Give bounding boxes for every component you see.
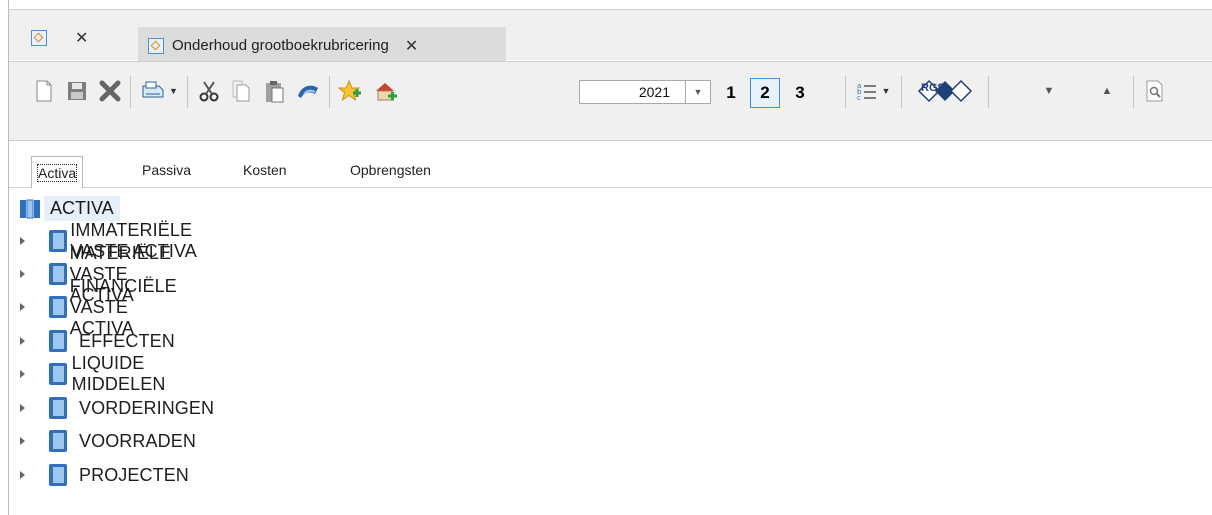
undo-icon (298, 85, 318, 98)
tab-activa-label: Activa (36, 163, 78, 182)
tab-passiva[interactable]: Passiva (136, 156, 197, 184)
tree-item[interactable]: EFFECTEN (20, 326, 175, 356)
tree-item-label: VOORRADEN (79, 430, 196, 451)
expand-arrow-icon[interactable] (20, 337, 25, 345)
tab-onderhoud-grootboekrubricering[interactable]: Onderhoud grootboekrubricering ✕ (138, 27, 506, 64)
tree-item[interactable]: FINANCIËLE VASTE ACTIVA (20, 276, 186, 338)
copy-icon (232, 80, 250, 102)
paste-button[interactable] (259, 74, 289, 108)
favorite-button[interactable] (335, 74, 365, 108)
tree-root-activa[interactable]: ACTIVA (18, 196, 120, 221)
app-logo-icon (148, 37, 164, 54)
new-button[interactable] (31, 74, 57, 108)
expand-arrow-icon[interactable] (20, 437, 25, 445)
tab-home[interactable]: ✕ (31, 24, 88, 52)
move-down-button[interactable]: ▼ (1035, 74, 1063, 108)
year-combobox[interactable]: 2021 ▼ (579, 80, 711, 104)
rgs-button[interactable]: RGS (907, 74, 983, 108)
rgs-label: RGS (921, 82, 945, 94)
new-icon (36, 80, 52, 102)
book-icon (49, 296, 67, 318)
preview-icon (1146, 80, 1163, 102)
tab-opbrengsten-label: Opbrengsten (350, 162, 431, 178)
expand-arrow-icon[interactable] (20, 370, 25, 378)
book-icon (49, 230, 67, 252)
book-icon (49, 464, 67, 486)
app-logo-icon (31, 30, 47, 46)
caret-up-icon: ▲ (1101, 85, 1113, 97)
favorite-icon (337, 79, 361, 102)
print-icon (142, 81, 164, 98)
tab-home-close-icon[interactable]: ✕ (75, 28, 88, 48)
tree-item-label: PROJECTEN (79, 464, 189, 485)
toolbar-separator (845, 76, 846, 108)
delete-button[interactable] (96, 74, 124, 108)
preview-button[interactable] (1141, 74, 1169, 108)
list-options-dropdown[interactable]: abc ▼ (851, 74, 895, 108)
expand-arrow-icon[interactable] (20, 404, 25, 412)
toolbar: ▼ 2021 ▼ 1 2 3 abc ▼ RGS ▼ ▲ (9, 61, 1212, 141)
tree-item[interactable]: VORDERINGEN (20, 393, 214, 423)
paste-icon (266, 81, 284, 103)
tree-item[interactable]: PROJECTEN (20, 460, 189, 490)
home-add-button[interactable] (371, 74, 401, 108)
expand-arrow-icon[interactable] (20, 471, 25, 479)
tree-item-label: EFFECTEN (79, 330, 175, 351)
tab-passiva-label: Passiva (142, 162, 192, 178)
toolbar-separator (1133, 76, 1134, 108)
tab-close-icon[interactable]: ✕ (405, 36, 418, 56)
tree-item-label: VORDERINGEN (79, 397, 215, 418)
toolbar-separator (187, 76, 188, 108)
tree-root-label: ACTIVA (44, 196, 120, 221)
toolbar-separator (988, 76, 989, 108)
chevron-down-icon: ▼ (169, 86, 178, 96)
expand-arrow-icon[interactable] (20, 303, 25, 311)
level-1-button[interactable]: 1 (716, 78, 746, 108)
level-2-button[interactable]: 2 (750, 78, 780, 108)
book-icon (49, 263, 67, 285)
book-icon (49, 397, 67, 419)
move-up-button[interactable]: ▲ (1093, 74, 1121, 108)
document-tab-strip: ✕ Onderhoud grootboekrubricering ✕ (9, 10, 1212, 64)
expand-arrow-icon[interactable] (20, 237, 25, 245)
cut-button[interactable] (195, 74, 223, 108)
tree-item-label: LIQUIDE MIDDELEN (71, 353, 166, 394)
tab-activa[interactable]: Activa (31, 156, 84, 188)
delete-icon (99, 80, 121, 102)
svg-text:c: c (857, 94, 861, 102)
year-value: 2021 (638, 84, 670, 100)
level-3-button[interactable]: 3 (785, 78, 815, 108)
undo-button[interactable] (293, 74, 323, 108)
rgs-icon (917, 79, 973, 103)
print-dropdown-button[interactable]: ▼ (137, 74, 181, 108)
list-icon: abc (857, 82, 876, 102)
chevron-down-icon: ▼ (881, 86, 891, 96)
expand-arrow-icon[interactable] (20, 270, 25, 278)
tab-opbrengsten[interactable]: Opbrengsten (344, 156, 437, 184)
tree-item[interactable]: LIQUIDE MIDDELEN (20, 353, 173, 394)
category-tabs: Activa Passiva Kosten Opbrengsten (9, 148, 1212, 188)
book-icon (49, 363, 67, 385)
book-icon (49, 330, 67, 352)
books-icon (20, 199, 40, 218)
toolbar-separator (329, 76, 330, 108)
toolbar-separator (130, 76, 131, 108)
tab-kosten[interactable]: Kosten (237, 156, 293, 184)
caret-down-icon: ▼ (1043, 85, 1055, 97)
save-icon (68, 82, 86, 100)
copy-button[interactable] (227, 74, 255, 108)
year-dropdown-button[interactable]: ▼ (685, 81, 710, 103)
book-icon (49, 430, 67, 452)
cut-icon (199, 81, 219, 102)
tab-title: Onderhoud grootboekrubricering (172, 37, 389, 54)
save-button[interactable] (64, 74, 90, 108)
tree-item[interactable]: VOORRADEN (20, 426, 196, 456)
toolbar-separator (901, 76, 902, 108)
home-add-icon (376, 83, 397, 101)
tab-kosten-label: Kosten (243, 162, 287, 178)
